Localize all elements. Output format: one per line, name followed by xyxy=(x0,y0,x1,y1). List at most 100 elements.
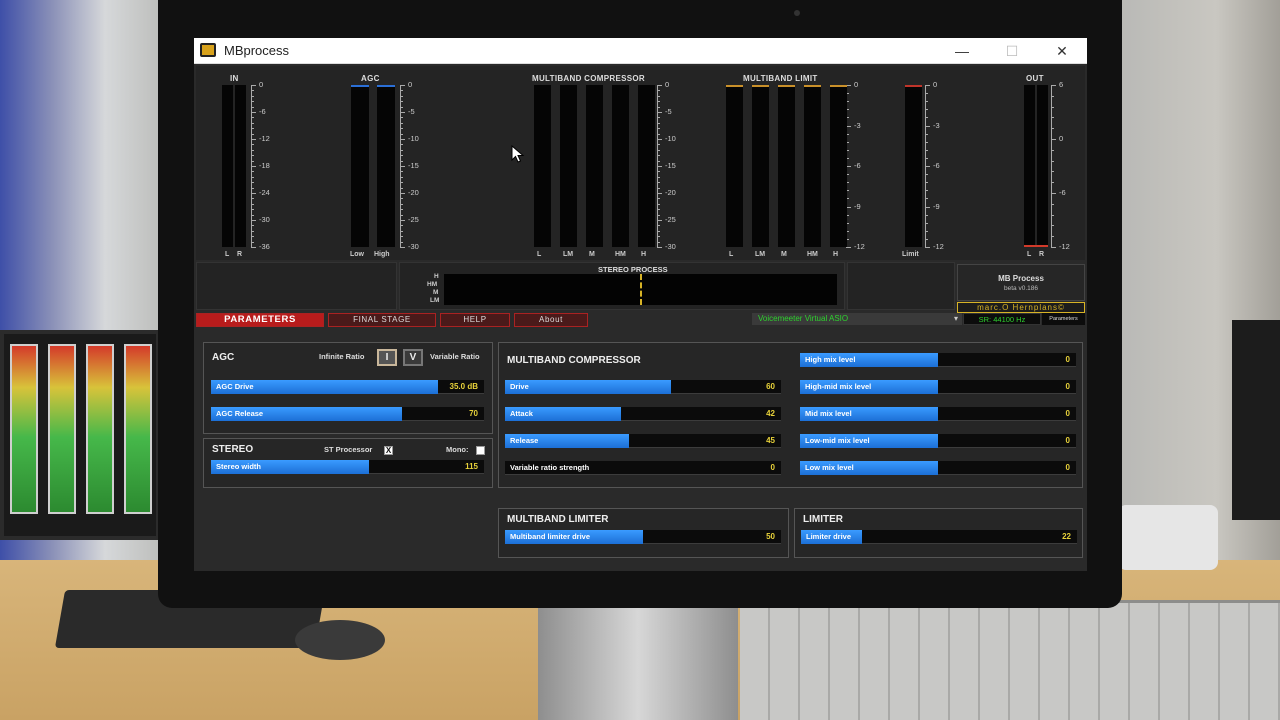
tab-help[interactable]: HELP xyxy=(440,313,510,327)
mbc-scale-tick xyxy=(657,166,662,167)
mbc-low-mid-mix-level-slider[interactable]: Low-mid mix level 0 xyxy=(800,434,1076,448)
limit-meter-level xyxy=(905,85,922,87)
mbl-band-level xyxy=(830,85,847,87)
in-meter-left xyxy=(222,85,233,247)
mbc-high-mix-level-value: 0 xyxy=(1065,355,1070,364)
agc-scale-minor-tick xyxy=(400,182,403,183)
mbl-band-meter xyxy=(778,85,795,247)
mbc-mid-mix-level-slider[interactable]: Mid mix level 0 xyxy=(800,407,1076,421)
maximize-button[interactable]: ☐ xyxy=(989,38,1035,64)
close-button[interactable]: ✕ xyxy=(1039,38,1085,64)
agc-scale-minor-tick xyxy=(400,123,403,124)
agc-release-slider[interactable]: AGC Release 70 xyxy=(211,407,484,421)
in-scale-minor-tick xyxy=(251,144,254,145)
st-processor-checkbox[interactable]: X xyxy=(384,446,393,455)
limiter-drive-slider[interactable]: Limiter drive 22 xyxy=(801,530,1077,544)
stereo-width-value: 115 xyxy=(465,462,478,471)
mbc-variable-ratio-strength-slider[interactable]: Variable ratio strength 0 xyxy=(505,461,781,475)
agc-scale-minor-tick xyxy=(400,107,403,108)
tab-bar: PARAMETERS FINAL STAGE HELP About Voicem… xyxy=(196,313,1085,327)
mbc-scale-minor-tick xyxy=(657,128,660,129)
mbc-scale-minor-tick xyxy=(657,161,660,162)
variable-ratio-button[interactable]: V xyxy=(403,349,423,366)
in-scale-minor-tick xyxy=(251,215,254,216)
agc-scale-minor-tick xyxy=(400,204,403,205)
mbl-band-level xyxy=(752,85,769,87)
title-bar[interactable]: MBprocess — ☐ ✕ xyxy=(194,38,1087,64)
out-scale-minor-tick xyxy=(1051,236,1054,237)
st-processor-label: ST Processor xyxy=(324,445,373,454)
blank-panel-right xyxy=(847,262,955,310)
mbc-title: MULTIBAND COMPRESSOR xyxy=(507,355,641,366)
agc-meter-label: AGC xyxy=(361,74,380,83)
mbl-drive-value: 50 xyxy=(766,532,775,541)
mbc-scale-tick xyxy=(657,220,662,221)
agc-scale-tick xyxy=(400,220,405,221)
background-mixing-console xyxy=(740,600,1280,720)
agc-release-value: 70 xyxy=(469,409,478,418)
agc-meter-level xyxy=(351,85,369,87)
mbc-scale-minor-tick xyxy=(657,225,660,226)
out-scale-minor-tick xyxy=(1051,225,1054,226)
agc-scale-minor-tick xyxy=(400,155,403,156)
tab-final-stage[interactable]: FINAL STAGE xyxy=(328,313,436,327)
mbl-band-label: LM xyxy=(755,251,766,258)
in-scale-tick xyxy=(251,247,256,248)
mono-checkbox[interactable] xyxy=(476,446,485,455)
stereo-width-slider[interactable]: Stereo width 115 xyxy=(211,460,484,474)
audio-device-name: Voicemeeter Virtual ASIO xyxy=(758,314,849,323)
mbc-attack-slider[interactable]: Attack 42 xyxy=(505,407,781,421)
limit-scale-tick xyxy=(925,85,930,86)
infinite-ratio-button[interactable]: I xyxy=(377,349,397,366)
mbc-release-slider[interactable]: Release 45 xyxy=(505,434,781,448)
infinite-ratio-label: Infinite Ratio xyxy=(319,352,365,361)
in-scale-minor-tick xyxy=(251,182,254,183)
limit-scale-tick xyxy=(925,207,930,208)
mbc-high-mix-level-label: High mix level xyxy=(805,355,856,364)
mbc-variable-ratio-strength-label: Variable ratio strength xyxy=(510,463,590,472)
stereo-title: STEREO xyxy=(212,444,254,455)
app-icon xyxy=(200,43,216,57)
mbc-drive-slider[interactable]: Drive 60 xyxy=(505,380,781,394)
minimize-button[interactable]: — xyxy=(939,38,985,64)
mbc-low-mix-level-slider[interactable]: Low mix level 0 xyxy=(800,461,1076,475)
limit-scale-tick xyxy=(925,247,930,248)
limit-scale-minor-tick xyxy=(925,239,928,240)
mbc-high-mid-mix-level-slider[interactable]: High-mid mix level 0 xyxy=(800,380,1076,394)
agc-scale-tick xyxy=(400,247,405,248)
mbc-high-mix-level-slider[interactable]: High mix level 0 xyxy=(800,353,1076,367)
mbc-high-mid-mix-level-value: 0 xyxy=(1065,382,1070,391)
in-meter-right xyxy=(235,85,246,247)
agc-scale-minor-tick xyxy=(400,225,403,226)
out-meter-level xyxy=(1024,245,1048,247)
agc-scale-minor-tick xyxy=(400,209,403,210)
mbc-band-label: L xyxy=(537,251,542,258)
tab-about[interactable]: About xyxy=(514,313,588,327)
mbc-scale-tick xyxy=(657,139,662,140)
agc-drive-slider[interactable]: AGC Drive 35.0 dB xyxy=(211,380,484,394)
background-meter-bar xyxy=(86,344,114,514)
out-channel-label: L xyxy=(1027,251,1032,258)
in-scale-minor-tick xyxy=(251,128,254,129)
agc-scale-minor-tick xyxy=(400,177,403,178)
in-scale-tick xyxy=(251,85,256,86)
in-scale-minor-tick xyxy=(251,188,254,189)
mbc-scale-tick-label: -5 xyxy=(665,107,672,116)
mbc-drive-value: 60 xyxy=(766,382,775,391)
mbc-scale-minor-tick xyxy=(657,134,660,135)
limit-scale-minor-tick xyxy=(925,190,928,191)
meters-area: IN L R AGC Low High MULTIBAND COMPRESSOR… xyxy=(196,66,1085,260)
tab-parameters[interactable]: PARAMETERS xyxy=(196,313,324,327)
mbc-scale-tick-label: -20 xyxy=(665,188,676,197)
in-scale-tick-label: -12 xyxy=(259,134,270,143)
mbl-scale-tick-label: -12 xyxy=(854,242,865,251)
mbl-scale-tick-label: -6 xyxy=(854,161,861,170)
in-scale-minor-tick xyxy=(251,96,254,97)
mbc-drive-label: Drive xyxy=(510,382,529,391)
in-scale-tick-label: 0 xyxy=(259,80,264,89)
audio-device-select[interactable]: Voicemeeter Virtual ASIO ▾ xyxy=(752,313,962,325)
stereo-band-label: LM xyxy=(430,297,440,304)
background-phone xyxy=(1118,505,1218,570)
agc-channel-label: Low xyxy=(350,251,364,258)
mbl-drive-slider[interactable]: Multiband limiter drive 50 xyxy=(505,530,781,544)
